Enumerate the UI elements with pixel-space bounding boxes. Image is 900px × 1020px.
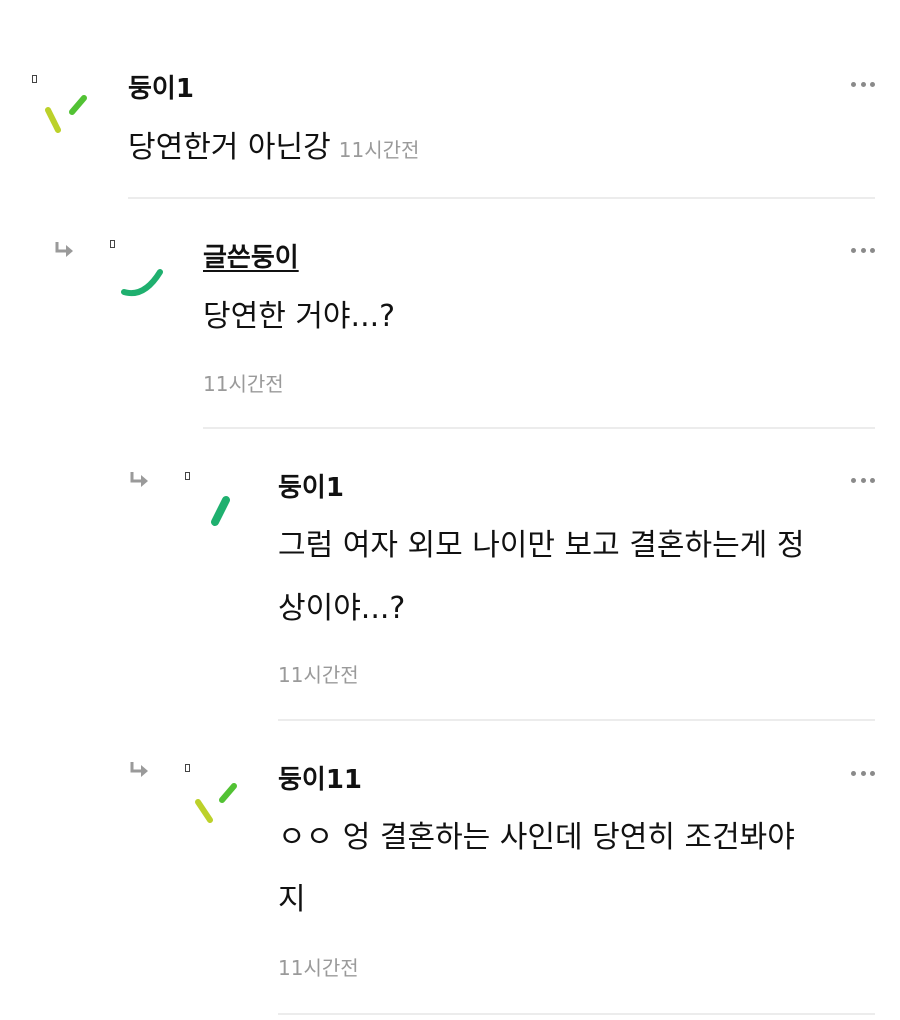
comment-1: 둥이1 당연한거 아닌강 11시간전 bbox=[0, 0, 900, 200]
comment-body: 당연한거 아닌강 bbox=[128, 130, 331, 165]
username[interactable]: 둥이1 bbox=[278, 467, 344, 504]
comment-text: 당연한거 아닌강 11시간전 bbox=[128, 120, 419, 178]
avatar[interactable] bbox=[38, 88, 98, 148]
username[interactable]: 글쓴둥이 bbox=[203, 237, 299, 274]
reply-arrow-icon bbox=[130, 762, 148, 777]
timestamp: 11시간전 bbox=[338, 138, 420, 162]
comment-body-line-2: 상이야...? bbox=[278, 591, 406, 626]
avatar[interactable] bbox=[192, 488, 252, 548]
badge-icon bbox=[185, 764, 190, 772]
comment-body-line-1: 그럼 여자 외모 나이만 보고 결혼하는게 정 bbox=[278, 528, 805, 563]
timestamp: 11시간전 bbox=[278, 663, 359, 687]
comment-body-line-2: 지 bbox=[278, 882, 306, 917]
reply-3: 둥이11 ㅇㅇ 엉 결혼하는 사인데 당연히 조건봐야 지 11시간전 bbox=[0, 722, 900, 1020]
reply-1: 글쓴둥이 당연한 거야...? 11시간전 bbox=[0, 200, 900, 430]
more-options-icon[interactable] bbox=[851, 80, 875, 88]
reply-2: 둥이1 그럼 여자 외모 나이만 보고 결혼하는게 정 상이야...? 11시간… bbox=[0, 430, 900, 722]
comment-body: 당연한 거야...? bbox=[203, 299, 396, 334]
reply-arrow-icon bbox=[55, 242, 73, 257]
avatar[interactable] bbox=[190, 778, 250, 838]
reply-arrow-icon bbox=[130, 472, 148, 487]
avatar[interactable] bbox=[116, 256, 176, 316]
more-options-icon[interactable] bbox=[851, 246, 875, 254]
badge-icon bbox=[110, 240, 115, 248]
divider bbox=[278, 719, 875, 721]
badge-icon bbox=[185, 472, 190, 480]
divider bbox=[203, 427, 875, 429]
timestamp: 11시간전 bbox=[278, 956, 359, 980]
more-options-icon[interactable] bbox=[851, 476, 875, 484]
timestamp: 11시간전 bbox=[203, 372, 284, 396]
username[interactable]: 둥이11 bbox=[278, 759, 362, 796]
badge-icon bbox=[32, 75, 37, 83]
comment-body-line-1: ㅇㅇ 엉 결혼하는 사인데 당연히 조건봐야 bbox=[278, 820, 795, 855]
more-options-icon[interactable] bbox=[851, 769, 875, 777]
divider bbox=[278, 1013, 875, 1015]
username[interactable]: 둥이1 bbox=[128, 68, 194, 105]
divider bbox=[128, 197, 875, 199]
